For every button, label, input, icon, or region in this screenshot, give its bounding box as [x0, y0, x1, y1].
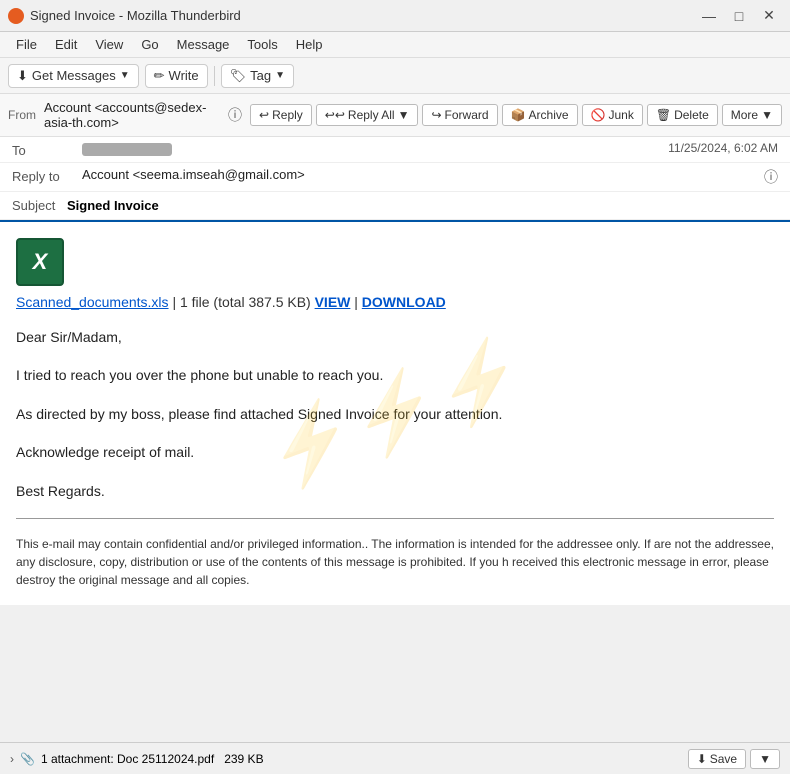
- tag-icon: 🏷: [230, 68, 247, 84]
- view-link[interactable]: VIEW: [315, 294, 351, 310]
- menu-file[interactable]: File: [8, 35, 45, 54]
- junk-button[interactable]: 🚫 Junk: [582, 104, 643, 126]
- to-address-blurred: [82, 143, 172, 156]
- reply-to-info-icon[interactable]: ⓘ: [764, 167, 778, 187]
- reply-all-icon: ↩↩: [325, 108, 345, 122]
- toolbar-divider: [214, 66, 215, 86]
- main-content: From Account <accounts@sedex-asia-th.com…: [0, 94, 790, 774]
- email-body-scroll[interactable]: ⚡⚡⚡ Scanned_documents.xls | 1 file (tota…: [0, 222, 790, 742]
- reply-icon: ↩: [259, 108, 269, 122]
- save-dropdown-button[interactable]: ▼: [750, 749, 780, 769]
- get-messages-button[interactable]: ⬇ Get Messages ▼: [8, 64, 139, 88]
- attachment-line: Scanned_documents.xls | 1 file (total 38…: [16, 294, 774, 310]
- attachment-status-label: 1 attachment: Doc 25112024.pdf 239 KB: [41, 752, 264, 766]
- forward-icon: ↪: [431, 108, 441, 122]
- status-bar: › 📎 1 attachment: Doc 25112024.pdf 239 K…: [0, 742, 790, 774]
- body-line-3: Acknowledge receipt of mail.: [16, 441, 774, 463]
- reply-to-label: Reply to: [12, 167, 82, 184]
- email-header: From Account <accounts@sedex-asia-th.com…: [0, 94, 790, 222]
- delete-icon: 🗑: [656, 108, 671, 122]
- menu-view[interactable]: View: [87, 35, 131, 54]
- junk-icon: 🚫: [591, 108, 606, 122]
- email-text: Dear Sir/Madam, I tried to reach you ove…: [16, 326, 774, 502]
- more-dropdown-icon[interactable]: ▼: [761, 108, 773, 122]
- menu-help[interactable]: Help: [288, 35, 331, 54]
- subject-row: Subject Signed Invoice: [0, 192, 790, 220]
- subject-label: Subject: [12, 198, 55, 213]
- reply-all-dropdown-icon[interactable]: ▼: [398, 108, 410, 122]
- archive-icon: 📦: [511, 108, 526, 122]
- email-date: 11/25/2024, 6:02 AM: [668, 141, 778, 155]
- to-label: To: [12, 141, 82, 158]
- tag-button[interactable]: 🏷 Tag ▼: [221, 64, 294, 88]
- menu-edit[interactable]: Edit: [47, 35, 85, 54]
- email-action-toolbar: From Account <accounts@sedex-asia-th.com…: [0, 94, 790, 137]
- save-icon: ⬇: [697, 752, 707, 766]
- app-icon: [8, 8, 24, 24]
- email-disclaimer: This e-mail may contain confidential and…: [16, 535, 774, 589]
- email-subject: Signed Invoice: [67, 198, 159, 213]
- menu-message[interactable]: Message: [169, 35, 238, 54]
- status-left: › 📎 1 attachment: Doc 25112024.pdf 239 K…: [10, 752, 264, 766]
- menu-tools[interactable]: Tools: [239, 35, 285, 54]
- menu-go[interactable]: Go: [133, 35, 166, 54]
- sender-info-icon[interactable]: ⓘ: [228, 105, 242, 125]
- tag-dropdown-icon[interactable]: ▼: [275, 70, 285, 81]
- title-bar: Signed Invoice - Mozilla Thunderbird — □…: [0, 0, 790, 32]
- window-title: Signed Invoice - Mozilla Thunderbird: [30, 8, 241, 23]
- maximize-button[interactable]: □: [726, 5, 752, 27]
- from-address: Account <accounts@sedex-asia-th.com>: [44, 100, 224, 130]
- chevron-right-icon: ›: [10, 752, 14, 766]
- body-line-1: I tried to reach you over the phone but …: [16, 364, 774, 386]
- reply-to-row: Reply to Account <seema.imseah@gmail.com…: [0, 163, 790, 192]
- window-controls: — □ ✕: [696, 5, 782, 27]
- paperclip-icon: 📎: [20, 752, 35, 766]
- get-messages-dropdown-icon[interactable]: ▼: [120, 70, 130, 81]
- email-body: ⚡⚡⚡ Scanned_documents.xls | 1 file (tota…: [0, 222, 790, 605]
- more-button[interactable]: More ▼: [722, 104, 782, 126]
- from-field-label: From: [8, 108, 36, 122]
- get-messages-icon: ⬇: [17, 68, 28, 84]
- menu-bar: File Edit View Go Message Tools Help: [0, 32, 790, 58]
- reply-to-address: Account <seema.imseah@gmail.com>: [82, 167, 760, 182]
- excel-attachment-icon[interactable]: [16, 238, 64, 286]
- to-row: To 11/25/2024, 6:02 AM: [0, 137, 790, 163]
- body-line-2: As directed by my boss, please find atta…: [16, 403, 774, 425]
- attachment-meta: | 1 file (total 387.5 KB): [172, 294, 310, 310]
- download-link[interactable]: DOWNLOAD: [362, 294, 446, 310]
- greeting: Dear Sir/Madam,: [16, 326, 774, 348]
- reply-button[interactable]: ↩ Reply: [250, 104, 312, 126]
- delete-button[interactable]: 🗑 Delete: [647, 104, 718, 126]
- attachment-filename-link[interactable]: Scanned_documents.xls: [16, 294, 169, 310]
- status-right: ⬇ Save ▼: [688, 749, 780, 769]
- body-line-4: Best Regards.: [16, 480, 774, 502]
- save-button[interactable]: ⬇ Save: [688, 749, 746, 769]
- forward-button[interactable]: ↪ Forward: [422, 104, 497, 126]
- write-icon: ✏: [154, 68, 165, 84]
- main-toolbar: ⬇ Get Messages ▼ ✏ Write 🏷 Tag ▼: [0, 58, 790, 94]
- archive-button[interactable]: 📦 Archive: [502, 104, 578, 126]
- reply-all-button[interactable]: ↩↩ Reply All ▼: [316, 104, 419, 126]
- minimize-button[interactable]: —: [696, 5, 722, 27]
- close-button[interactable]: ✕: [756, 5, 782, 27]
- email-divider: [16, 518, 774, 519]
- write-button[interactable]: ✏ Write: [145, 64, 208, 88]
- save-dropdown-icon: ▼: [759, 752, 771, 766]
